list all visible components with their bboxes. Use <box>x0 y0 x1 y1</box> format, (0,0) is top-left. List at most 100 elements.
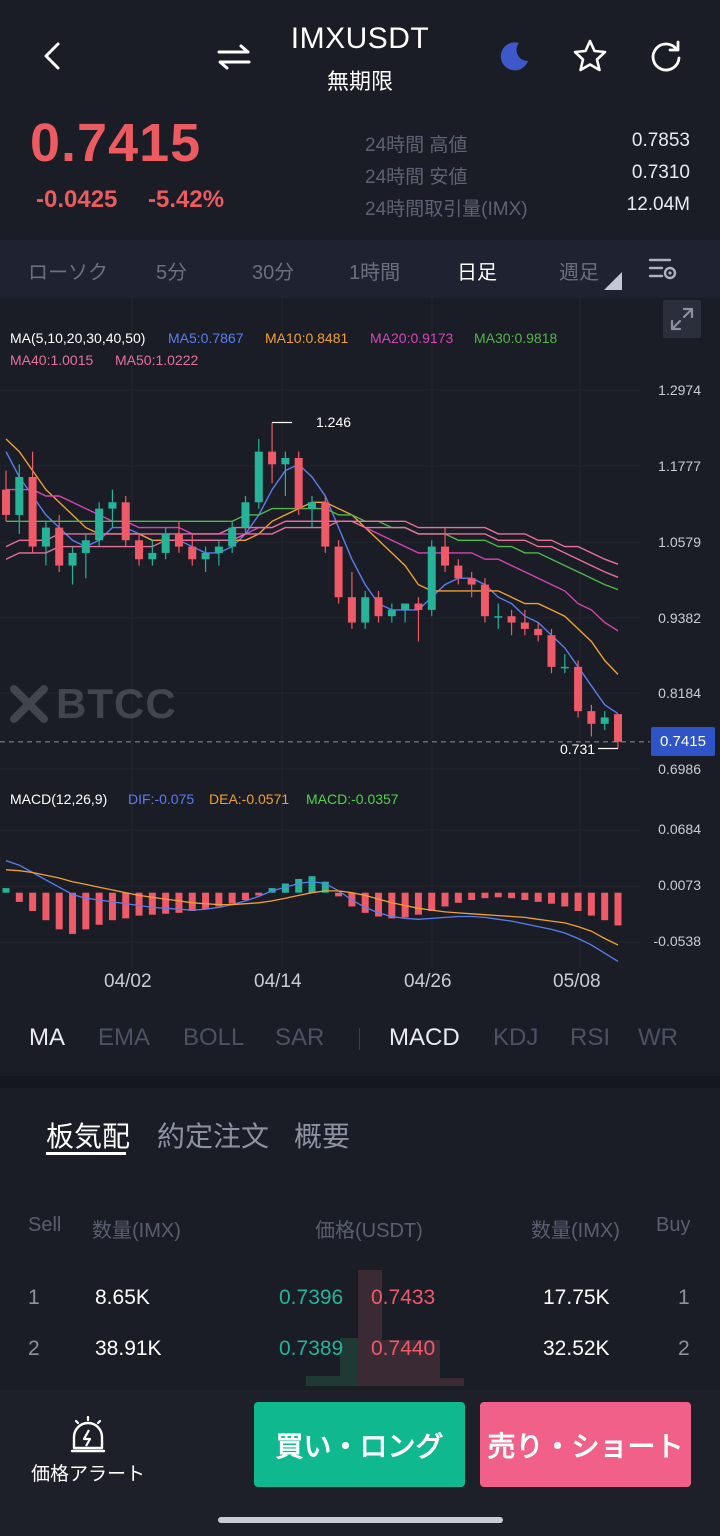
macd-histogram-bar <box>454 892 462 903</box>
candle-body <box>15 476 24 515</box>
macd-value-legend: MACD:-0.0357 <box>306 791 399 807</box>
indicator-rsi[interactable]: RSI <box>570 1024 610 1052</box>
fullscreen-button[interactable] <box>663 300 701 338</box>
pair-title[interactable]: IMXUSDT <box>0 22 720 56</box>
tab-weekly[interactable]: 週足 <box>559 256 599 285</box>
candle-body <box>454 565 463 579</box>
macd-histogram-bar <box>587 892 595 916</box>
row-index: 1 <box>28 1286 40 1309</box>
candle-body <box>600 717 609 724</box>
theme-toggle-button[interactable] <box>494 36 534 76</box>
tab-orderbook[interactable]: 板気配 <box>46 1115 130 1155</box>
stat-volume-label: 24時間取引量(IMX) <box>365 199 528 220</box>
candle-body <box>68 552 77 566</box>
macd-histogram-bar <box>614 892 622 926</box>
macd-histogram-bar <box>15 892 23 902</box>
btcc-logo-icon <box>10 685 48 723</box>
candle-body <box>41 527 50 547</box>
macd-histogram-bar <box>202 892 210 910</box>
stat-high-value: 0.7853 <box>631 130 690 151</box>
ma-legend-title: MA(5,10,20,30,40,50) <box>10 330 146 346</box>
candle-body <box>334 546 343 598</box>
macd-axis-label: 0.0073 <box>658 877 701 893</box>
indicator-divider <box>359 1028 360 1050</box>
candle-body <box>308 502 316 509</box>
orderbook-row[interactable]: 2 38.91K 0.7389 0.7440 32.52K 2 <box>0 1329 720 1369</box>
tab-candle[interactable]: ローソク <box>28 256 108 285</box>
star-icon <box>573 39 607 72</box>
price-alert-label: 価格アラート <box>30 1463 145 1485</box>
indicator-sar[interactable]: SAR <box>275 1024 324 1052</box>
macd-histogram-bar <box>521 892 529 901</box>
ma20-legend: MA20:0.9173 <box>370 330 454 346</box>
macd-histogram-bar <box>561 892 569 907</box>
price-axis-label: 0.6986 <box>658 761 701 777</box>
high-marker-label: 1.246 <box>316 414 352 430</box>
date-axis-label: 04/02 <box>104 971 152 992</box>
chart-settings-button[interactable] <box>646 254 680 284</box>
tab-overview[interactable]: 概要 <box>294 1115 350 1155</box>
indicator-macd[interactable]: MACD <box>389 1024 460 1052</box>
refresh-icon <box>651 40 681 72</box>
candle-body <box>241 502 250 528</box>
indicator-ma[interactable]: MA <box>29 1024 65 1052</box>
moon-icon <box>500 42 528 71</box>
favorite-button[interactable] <box>568 34 612 78</box>
candle-body <box>95 508 104 541</box>
macd-histogram-bar <box>241 892 249 901</box>
price-alert-button[interactable]: 価格アラート <box>22 1412 154 1488</box>
macd-histogram-bar <box>601 892 609 921</box>
orderbook-header-qty: 数量(IMX) <box>531 1220 620 1242</box>
macd-axis-label: -0.0538 <box>653 933 701 949</box>
candle-body <box>401 603 410 610</box>
indicator-ema[interactable]: EMA <box>98 1024 150 1052</box>
candle-body <box>268 451 277 465</box>
row-index: 2 <box>678 1337 690 1360</box>
home-indicator <box>218 1517 503 1523</box>
sell-short-button[interactable]: 売り・ショート <box>480 1402 691 1487</box>
macd-histogram-bar <box>295 878 303 893</box>
tab-5m[interactable]: 5分 <box>156 256 187 285</box>
macd-histogram-bar <box>122 892 130 919</box>
candle-body <box>480 584 489 617</box>
low-marker-label: 0.731 <box>560 741 596 757</box>
current-price-tag: 0.7415 <box>651 727 715 756</box>
candle-body <box>108 502 117 509</box>
candle-body <box>614 714 622 742</box>
buy-long-button[interactable]: 買い・ロング <box>254 1402 465 1487</box>
indicator-kdj[interactable]: KDJ <box>493 1024 538 1052</box>
tab-trades[interactable]: 約定注文 <box>157 1115 269 1155</box>
tab-30m[interactable]: 30分 <box>252 256 294 285</box>
orderbook-header-qty: 数量(IMX) <box>92 1220 181 1242</box>
tab-daily[interactable]: 日足 <box>457 256 497 285</box>
price-change-percent: -5.42% <box>148 186 225 213</box>
date-axis-label: 04/14 <box>254 971 302 992</box>
row-index: 1 <box>678 1286 690 1309</box>
price-change: -0.0425 <box>36 186 118 213</box>
refresh-button[interactable] <box>644 34 688 78</box>
indicator-boll[interactable]: BOLL <box>183 1024 244 1052</box>
watermark-logo: BTCC <box>10 680 177 728</box>
candle-body <box>121 502 130 541</box>
orderbook-header-sell: Sell <box>28 1214 62 1236</box>
candle-body <box>374 597 383 617</box>
indicator-wr[interactable]: WR <box>638 1024 678 1052</box>
candle-body <box>347 597 356 623</box>
tab-1h[interactable]: 1時間 <box>349 256 400 285</box>
orderbook-row[interactable]: 1 8.65K 0.7396 0.7433 17.75K 1 <box>0 1278 720 1318</box>
candle-body <box>281 457 290 465</box>
macd-histogram-bar <box>2 888 10 893</box>
candle-body <box>201 552 210 560</box>
candle-body <box>28 476 37 547</box>
candle-body <box>188 546 197 560</box>
candle-body <box>441 546 450 566</box>
kline-chart[interactable] <box>0 298 720 1010</box>
candle-body <box>174 533 183 547</box>
candle-body <box>574 666 583 712</box>
dropdown-corner-icon <box>604 272 622 290</box>
ma10-legend: MA10:0.8481 <box>265 330 349 346</box>
stat-high-label: 24時間 高値 <box>365 135 468 156</box>
macd-histogram-bar <box>414 892 422 915</box>
candle-body <box>161 533 170 553</box>
candle-body <box>414 603 423 610</box>
